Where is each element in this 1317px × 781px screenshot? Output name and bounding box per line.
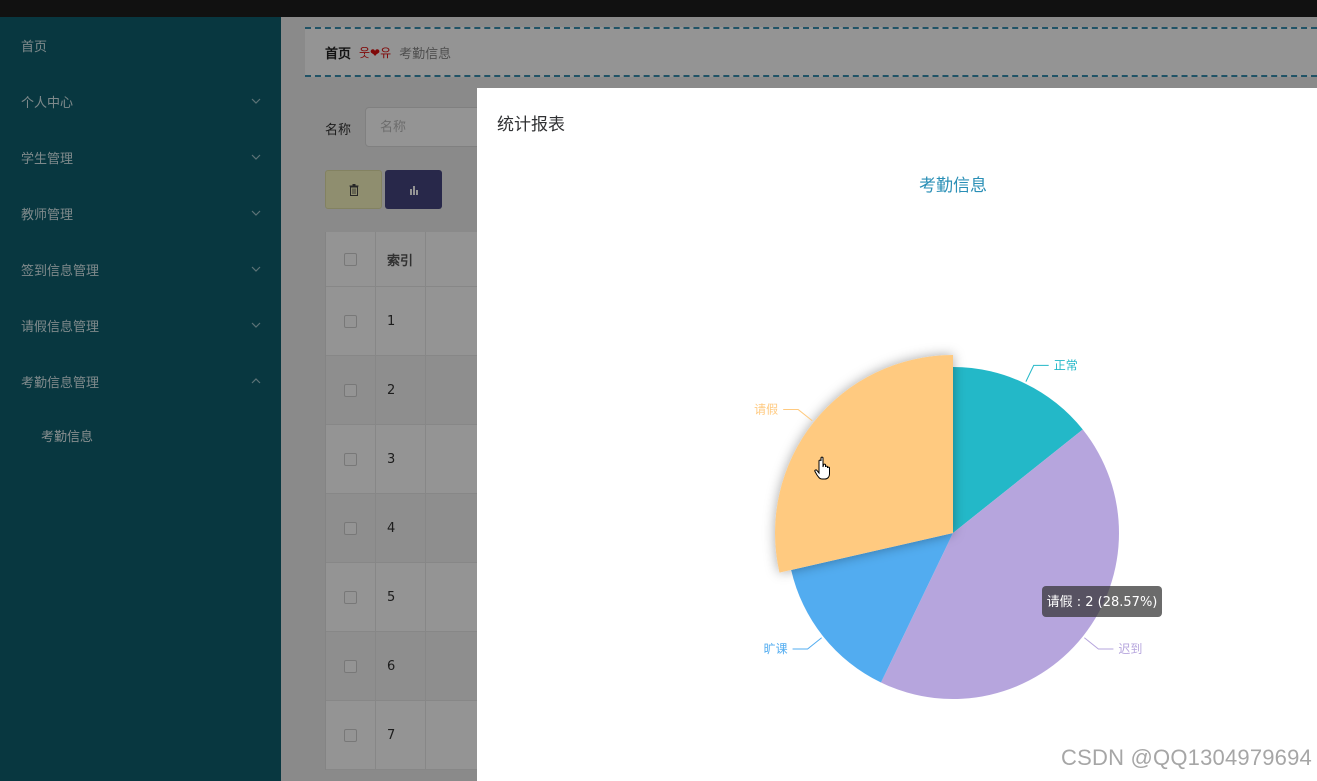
- attendance-pie-chart: 考勤信息 正常迟到 旷课 请假请假 : 2 (28.57%): [754, 176, 1162, 699]
- hand-pointer-cursor-icon: [814, 456, 830, 480]
- tooltip-text: 请假 : 2 (28.57%): [1047, 595, 1158, 610]
- chart-tooltip: 请假 : 2 (28.57%): [1042, 586, 1162, 617]
- pie-label-line-1: [1084, 637, 1114, 650]
- statistics-report-dialog: 统计报表 考勤信息 正常 迟到 旷课 请假 请假 : 2 (28.57%): [477, 88, 1317, 781]
- chart-title: 考勤信息: [919, 176, 987, 196]
- watermark: CSDN @QQ1304979694: [1061, 745, 1312, 770]
- pie-label-0: 正常: [1054, 358, 1078, 372]
- pie-label-line-3: [783, 409, 813, 422]
- pie-label-line-2: [792, 637, 822, 650]
- pie-label-3: 请假: [754, 403, 778, 417]
- pie-label-1: 迟到: [1118, 642, 1142, 656]
- pie-label-line-0: [1025, 364, 1049, 382]
- pie-label-2: 旷课: [764, 642, 788, 656]
